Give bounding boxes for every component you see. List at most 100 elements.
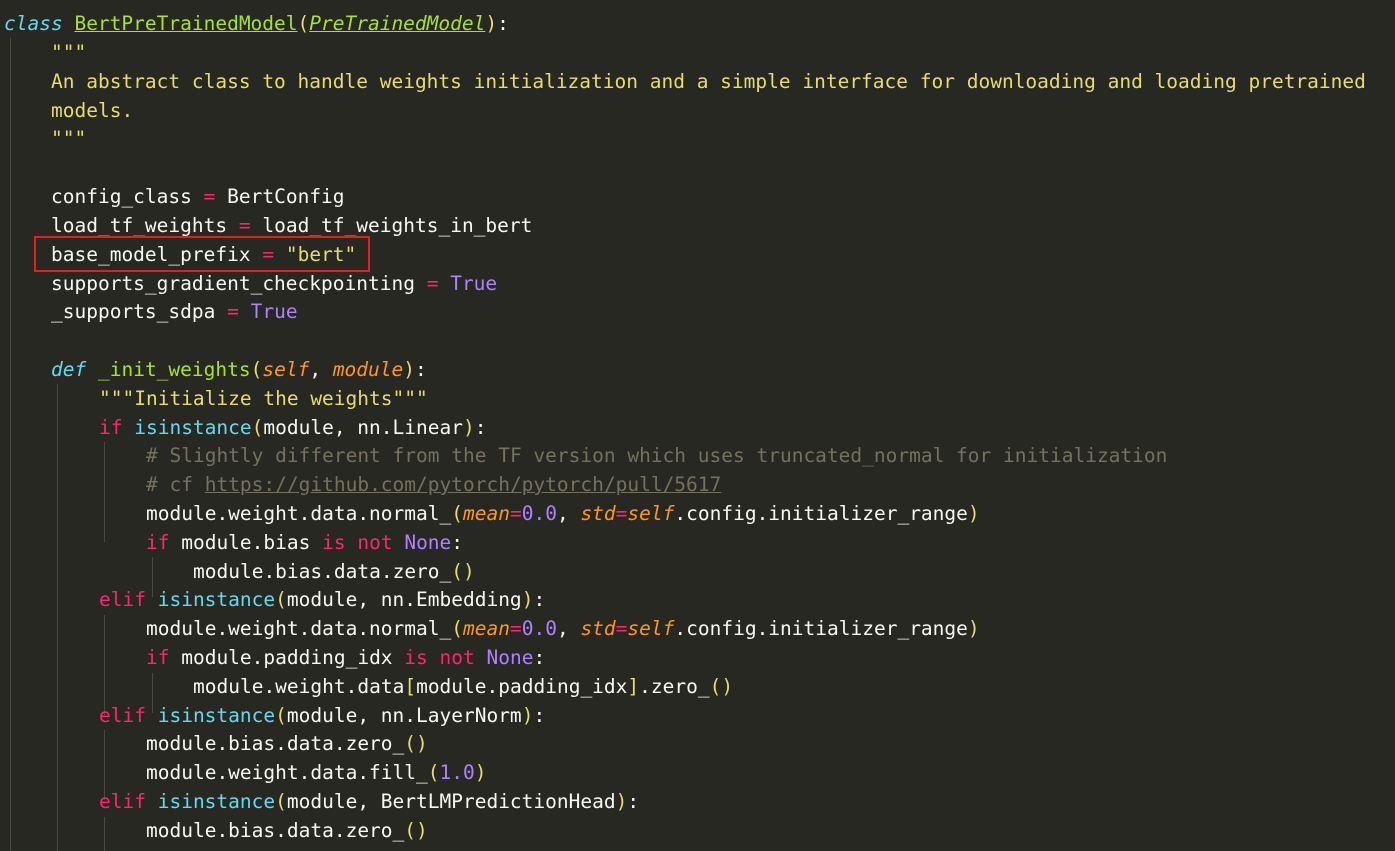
paren: ( — [275, 588, 287, 611]
code-line-padding-zero: module.weight.data[module.padding_idx].z… — [193, 672, 733, 701]
attr-chain: .config.initializer_range — [674, 617, 968, 640]
docstring-close: """ — [51, 127, 87, 150]
paren: ) — [521, 588, 534, 611]
kwarg-equals: = — [509, 617, 522, 640]
paren: ) — [485, 12, 498, 35]
code-line-elif-lm-head: elif isinstance(module, BertLMPrediction… — [99, 787, 639, 816]
not-keyword: not — [439, 646, 475, 669]
paren: ( — [251, 416, 264, 439]
comment-link[interactable]: https://github.com/pytorch/pytorch/pull/… — [205, 473, 722, 496]
colon: : — [474, 416, 487, 439]
assign-operator: = — [227, 300, 239, 323]
if-keyword: if — [99, 416, 123, 439]
paren: ) — [521, 704, 534, 727]
code-line-config-class: config_class = BertConfig — [51, 182, 345, 211]
kwarg-equals: = — [615, 502, 628, 525]
code-line-bias-zero: module.bias.data.zero_() — [146, 729, 428, 758]
kwarg-name: mean — [463, 502, 510, 525]
indent-guide — [10, 38, 11, 851]
call-args: module, nn.Linear — [263, 416, 463, 439]
if-keyword: if — [146, 646, 170, 669]
self-ref: self — [627, 617, 675, 640]
indent-guide — [104, 442, 105, 542]
elif-keyword: elif — [99, 588, 146, 611]
code-line-def-init-weights: def _init_weights(self, module): — [51, 355, 427, 384]
subscript-bracket: ] — [627, 675, 640, 698]
builtin-isinstance: isinstance — [134, 416, 252, 439]
kwarg-value: 0.0 — [521, 502, 557, 525]
elif-keyword: elif — [99, 790, 146, 813]
code-line-comment-link: # cf https://github.com/pytorch/pytorch/… — [146, 470, 721, 499]
class-name[interactable]: BertPreTrainedModel — [74, 12, 297, 35]
none-constant: None — [486, 646, 534, 669]
expr: module.bias — [169, 531, 323, 554]
call-target: module.bias.data.zero_ — [146, 819, 405, 842]
code-line-elif-embedding: elif isinstance(module, nn.Embedding): — [99, 585, 545, 614]
indent-guide — [104, 615, 105, 715]
not-keyword: not — [357, 531, 393, 554]
docstring-open: """ — [51, 41, 87, 64]
paren: ( — [451, 502, 463, 525]
kwarg-name: std — [580, 502, 616, 525]
code-line-elif-layernorm: elif isinstance(module, nn.LayerNorm): — [99, 701, 545, 730]
expr: module.padding_idx — [169, 646, 405, 669]
colon: : — [533, 646, 546, 669]
comma: , — [556, 617, 581, 640]
code-line-if-linear: if isinstance(module, nn.Linear): — [99, 413, 486, 442]
function-docstring: """Initialize the weights""" — [99, 387, 428, 410]
code-line-bias-zero: module.bias.data.zero_() — [193, 557, 475, 586]
kwarg-name: mean — [463, 617, 510, 640]
subscript-bracket: [ — [404, 675, 417, 698]
paren: ) — [462, 416, 475, 439]
base-class-name[interactable]: PreTrainedModel — [309, 12, 485, 35]
is-keyword: is — [322, 531, 346, 554]
kwarg-value: 0.0 — [521, 617, 557, 640]
kwarg-equals: = — [509, 502, 522, 525]
function-name[interactable]: _init_weights — [98, 358, 251, 381]
paren: ( — [275, 790, 287, 813]
kwarg-name: std — [580, 617, 616, 640]
comma: , — [556, 502, 581, 525]
colon: : — [415, 358, 427, 381]
comma: , — [309, 358, 333, 381]
indent-guide — [104, 817, 105, 851]
code-comment: # cf — [146, 473, 205, 496]
attr-name: _supports_sdpa — [51, 300, 216, 323]
attr-value-constant: True — [450, 272, 498, 295]
call-args: module, nn.Embedding — [286, 588, 522, 611]
paren: ( — [451, 617, 463, 640]
call-parens: () — [404, 732, 428, 755]
code-editor[interactable]: class BertPreTrainedModel(PreTrainedMode… — [0, 0, 1395, 851]
code-line-normal-init: module.weight.data.normal_(mean=0.0, std… — [146, 499, 980, 528]
colon: : — [533, 704, 546, 727]
builtin-isinstance: isinstance — [157, 704, 276, 727]
attr-value: BertConfig — [227, 185, 345, 208]
paren: ( — [275, 704, 287, 727]
call-parens: () — [451, 560, 475, 583]
colon: : — [451, 531, 464, 554]
attr-value-constant: True — [250, 300, 298, 323]
kwarg-equals: = — [615, 617, 628, 640]
call-target: module.bias.data.zero_ — [193, 560, 452, 583]
code-line-supports-sdpa: _supports_sdpa = True — [51, 297, 298, 326]
def-keyword: def — [51, 358, 87, 381]
call-target: module.weight.data.normal_ — [146, 617, 452, 640]
none-constant: None — [404, 531, 452, 554]
paren: ) — [967, 502, 980, 525]
if-keyword: if — [146, 531, 170, 554]
paren: ( — [250, 358, 263, 381]
call-parens: () — [709, 675, 734, 698]
subscript-index: module.padding_idx — [416, 675, 628, 698]
call-target: module.weight.data.fill_ — [146, 761, 428, 784]
paren: ( — [427, 761, 440, 784]
paren: ) — [967, 617, 980, 640]
attr-name: load_tf_weights — [51, 214, 228, 237]
code-comment: # Slightly different from the TF version… — [146, 444, 1168, 467]
code-line-if-padding-idx: if module.padding_idx is not None: — [146, 643, 545, 672]
call-target: module.weight.data — [193, 675, 405, 698]
attr-value: load_tf_weights_in_bert — [262, 214, 533, 237]
paren: ( — [297, 12, 310, 35]
call-target: module.weight.data.normal_ — [146, 502, 452, 525]
call-args: module, nn.LayerNorm — [286, 704, 522, 727]
paren: ) — [403, 358, 416, 381]
